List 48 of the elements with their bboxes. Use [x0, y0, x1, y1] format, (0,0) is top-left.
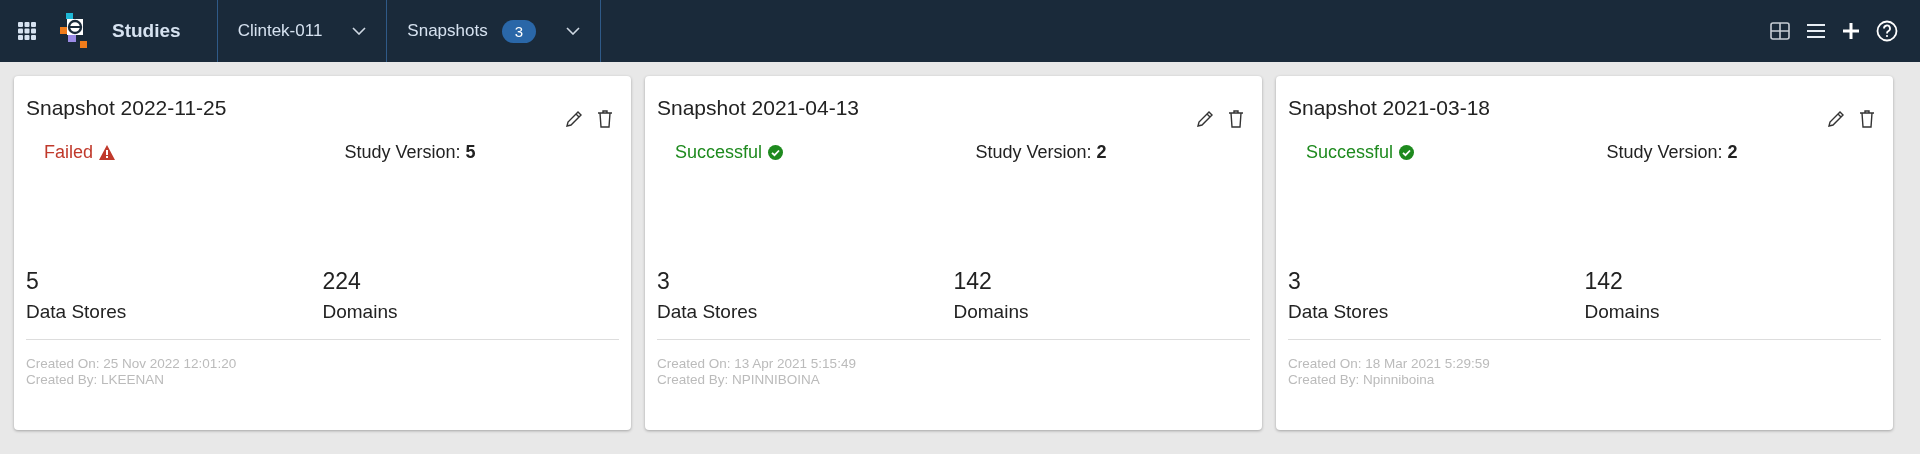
chevron-down-icon	[566, 27, 581, 35]
delete-icon[interactable]	[597, 110, 613, 128]
snapshot-title: Snapshot 2021-03-18	[1288, 96, 1490, 121]
edit-icon[interactable]	[565, 110, 583, 128]
status-label: Successful	[1306, 142, 1394, 163]
created-by-text: Created By: LKEENAN	[26, 371, 165, 387]
stat-value: 5	[26, 268, 39, 294]
snapshots-dropdown[interactable]: Snapshots 3	[386, 0, 602, 62]
snapshot-title: Snapshot 2021-04-13	[657, 96, 859, 121]
grid-view-icon[interactable]	[1770, 22, 1790, 40]
status-label: Failed	[44, 142, 94, 163]
stat-label: Domains	[322, 301, 398, 322]
stat-label: Domains	[1584, 301, 1660, 322]
study-version: Study Version: 2	[1606, 142, 1739, 163]
apps-grid-icon[interactable]	[18, 22, 36, 40]
study-dropdown[interactable]: Clintek-011	[216, 0, 387, 62]
chevron-down-icon	[352, 27, 367, 35]
plus-icon[interactable]	[1842, 22, 1860, 40]
stat-value: 142	[953, 268, 992, 294]
status-label: Successful	[675, 142, 763, 163]
list-view-icon[interactable]	[1806, 23, 1826, 39]
stat-label: Data Stores	[1288, 301, 1389, 322]
snapshot-title: Snapshot 2022-11-25	[26, 96, 227, 121]
stat-value: 142	[1584, 268, 1623, 294]
help-icon[interactable]	[1876, 20, 1898, 42]
created-by-text: Created By: NPINNIBOINA	[657, 371, 820, 387]
stat-value: 224	[322, 268, 361, 294]
logo-icon	[58, 13, 88, 49]
stat-label: Domains	[953, 301, 1029, 322]
delete-icon[interactable]	[1859, 110, 1875, 128]
created-on-text: Created On: 25 Nov 2022 12:01:20	[26, 356, 237, 371]
stat-label: Data Stores	[657, 301, 758, 322]
check-circle-icon	[768, 145, 784, 160]
created-by-text: Created By: Npinniboina	[1288, 371, 1435, 387]
created-on-text: Created On: 13 Apr 2021 5:15:49	[657, 356, 856, 371]
stat-label: Data Stores	[26, 301, 127, 322]
check-circle-icon	[1399, 145, 1415, 160]
count-badge: 3	[501, 19, 537, 43]
edit-icon[interactable]	[1827, 110, 1845, 128]
created-on-text: Created On: 18 Mar 2021 5:29:59	[1288, 356, 1490, 371]
app-title: Studies	[112, 20, 181, 42]
stat-value: 3	[1288, 268, 1301, 294]
study-version: Study Version: 2	[975, 142, 1108, 163]
warning-icon	[99, 145, 116, 160]
study-version: Study Version: 5	[344, 142, 477, 163]
edit-icon[interactable]	[1196, 110, 1214, 128]
stat-value: 3	[657, 268, 670, 294]
delete-icon[interactable]	[1228, 110, 1244, 128]
